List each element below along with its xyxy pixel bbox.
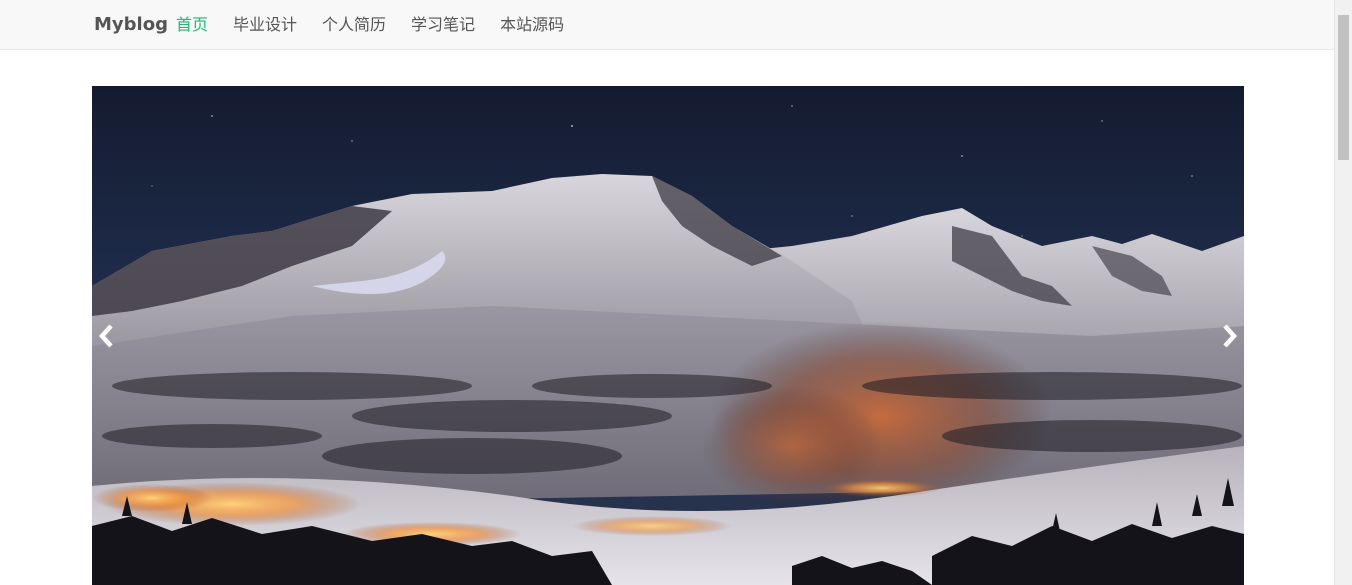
nav-item-home[interactable]: 首页 — [176, 14, 208, 36]
image-carousel[interactable] — [92, 86, 1244, 585]
nav-item-resume[interactable]: 个人简历 — [322, 14, 386, 36]
nav-menu: 首页 毕业设计 个人简历 学习笔记 本站源码 — [176, 14, 589, 36]
scrollbar-thumb[interactable] — [1338, 15, 1349, 160]
nav-item-study-notes[interactable]: 学习笔记 — [411, 14, 475, 36]
nav-item-site-source[interactable]: 本站源码 — [500, 14, 564, 36]
page: Myblog 首页 毕业设计 个人简历 学习笔记 本站源码 — [0, 0, 1352, 585]
carousel-prev-button[interactable] — [92, 318, 122, 354]
chevron-right-icon — [1223, 324, 1238, 348]
carousel-next-button[interactable] — [1214, 318, 1244, 354]
nav-item-graduation-design[interactable]: 毕业设计 — [233, 14, 297, 36]
carousel-slide-image — [92, 86, 1244, 585]
vertical-scrollbar[interactable] — [1334, 0, 1352, 585]
navbar: Myblog 首页 毕业设计 个人简历 学习笔记 本站源码 — [0, 0, 1335, 50]
chevron-left-icon — [98, 324, 113, 348]
brand-logo[interactable]: Myblog — [94, 14, 168, 36]
